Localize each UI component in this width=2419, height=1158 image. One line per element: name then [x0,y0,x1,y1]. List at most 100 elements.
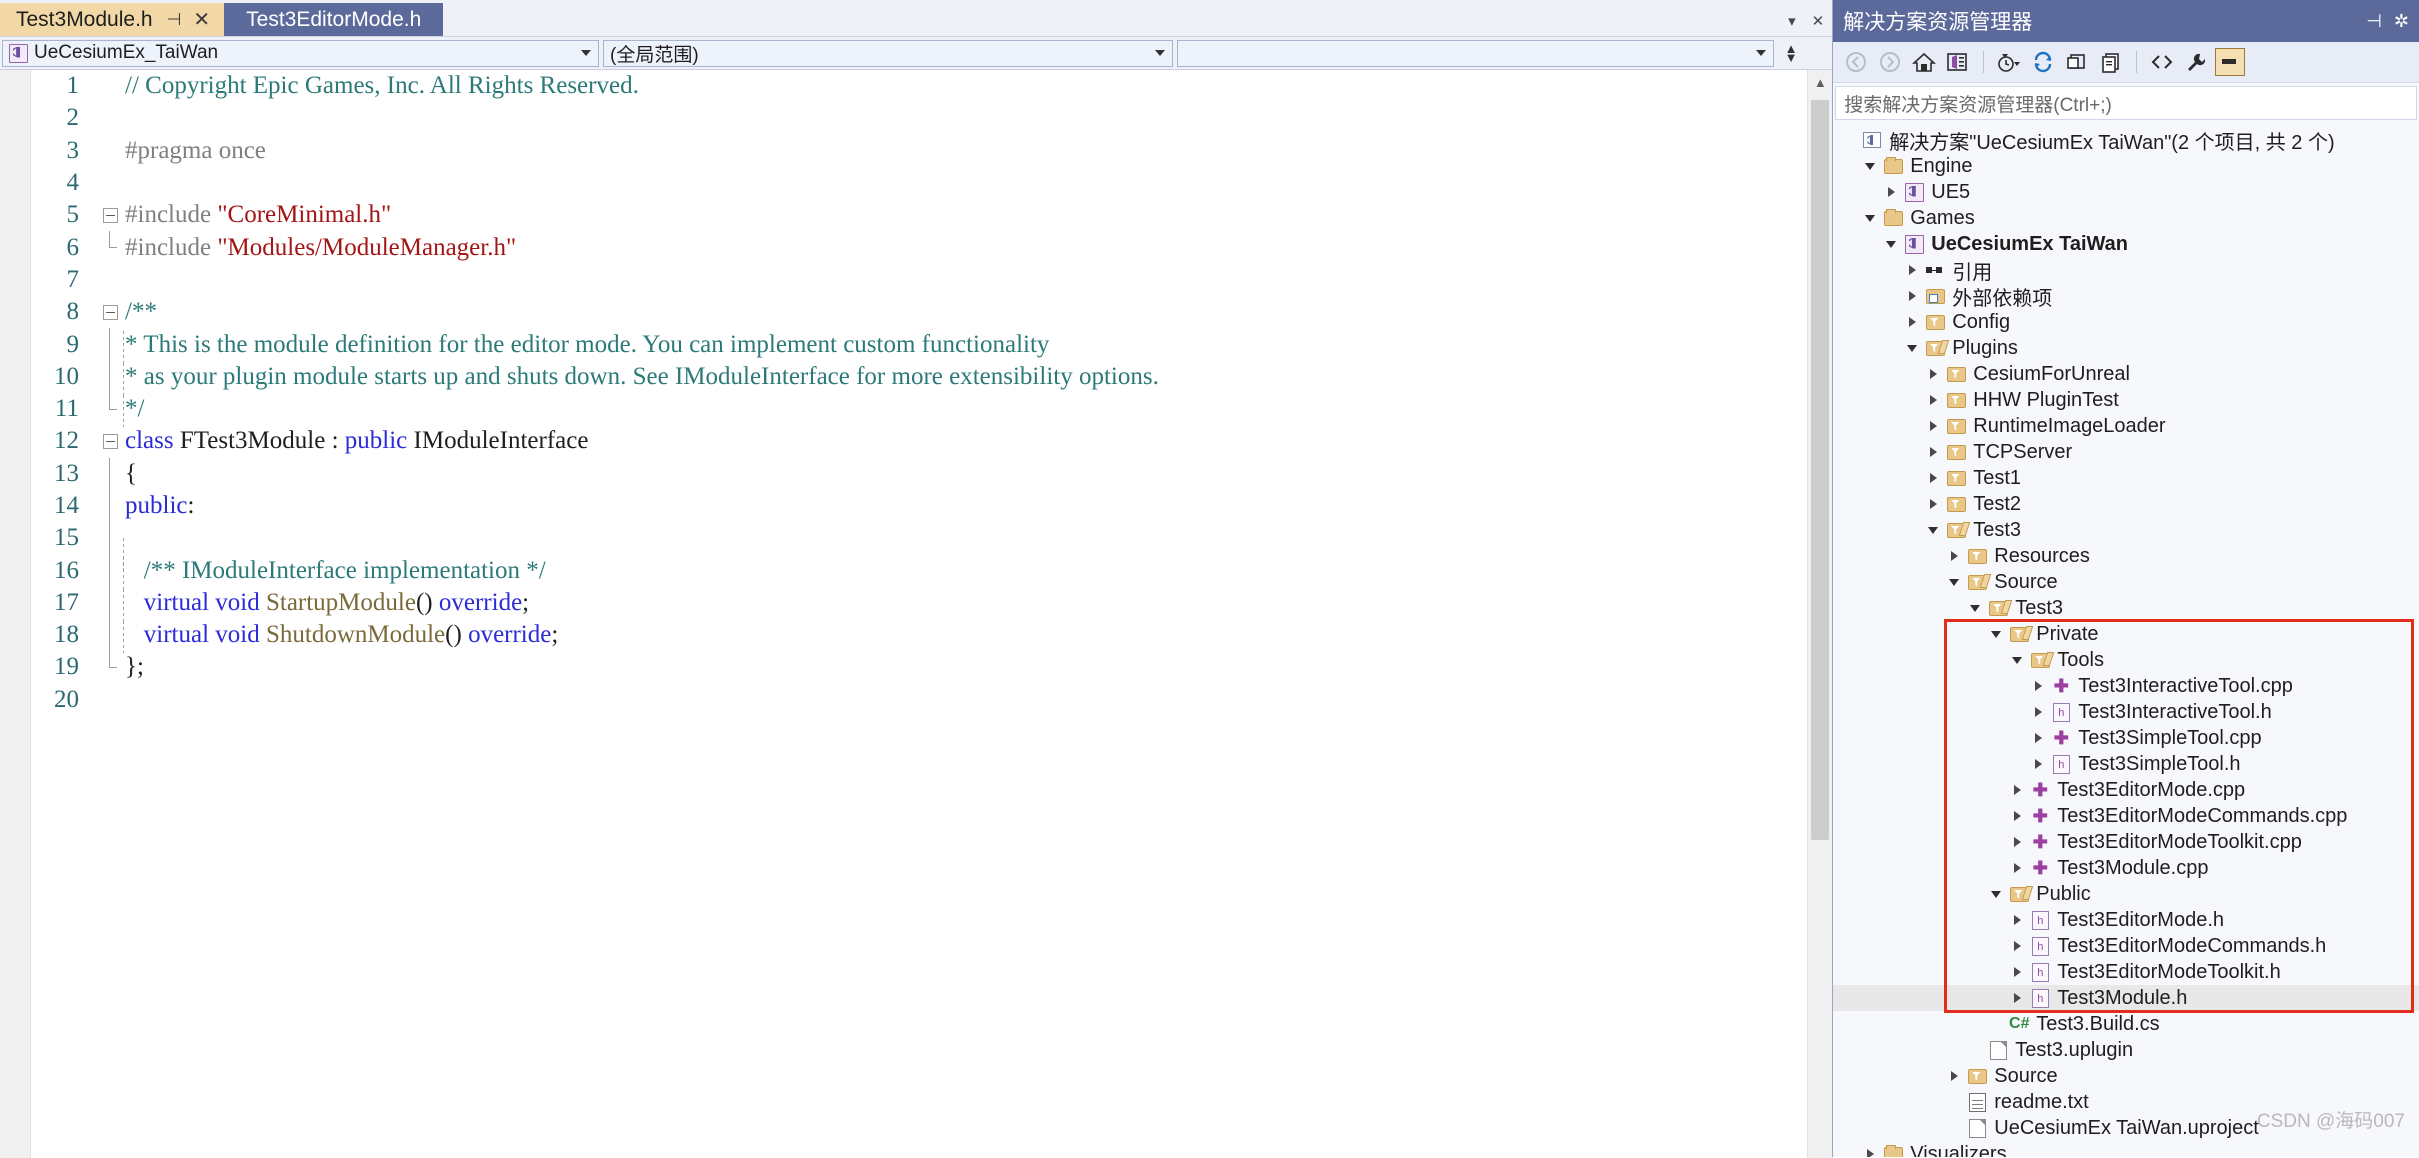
outlining-glyph[interactable] [97,199,123,231]
chevron-right-icon[interactable] [1902,291,1922,301]
chevron-right-icon[interactable] [2028,759,2048,769]
home-icon[interactable] [1909,48,1939,76]
outlining-glyph[interactable] [97,554,123,587]
outlining-glyph[interactable] [97,70,123,102]
show-all-files-icon[interactable] [2096,48,2126,76]
chevron-right-icon[interactable] [2007,915,2027,925]
code-text[interactable]: /** [123,298,1832,326]
code-text[interactable]: #include "CoreMinimal.h" [123,201,1832,229]
member-dropdown[interactable] [1177,39,1774,67]
tree-item[interactable]: h Test3EditorModeToolkit.h [1833,959,2419,985]
code-line[interactable]: 5 #include "CoreMinimal.h" [31,199,1832,231]
tree-item[interactable]: 外部依赖项 [1833,283,2419,310]
chevron-down-icon[interactable] [1923,526,1943,534]
pending-changes-icon[interactable] [1994,48,2024,76]
code-line[interactable]: 16 /** IModuleInterface implementation *… [31,554,1832,589]
refresh-icon[interactable] [2028,48,2058,76]
chevron-right-icon[interactable] [2007,941,2027,951]
chevron-down-icon[interactable] [1944,578,1964,586]
tree-item[interactable]: ✚ Test3Module.cpp [1833,855,2419,881]
code-line[interactable]: 17 virtual void StartupModule() override… [31,586,1832,622]
chevron-down-icon[interactable] [1860,214,1880,222]
chevron-right-icon[interactable] [2028,707,2048,717]
code-line[interactable]: 14 public: [31,489,1832,523]
tree-item[interactable]: h Test3EditorMode.h [1833,907,2419,933]
tree-item[interactable]: TCPServer [1833,439,2419,465]
chevron-down-icon[interactable] [1986,890,2006,898]
editor-tab-inactive[interactable]: Test3EditorMode.h [224,3,444,36]
preview-selected-items-icon[interactable] [2215,48,2246,76]
outlining-glyph[interactable] [97,489,123,523]
outlining-glyph[interactable] [97,328,123,361]
forward-icon[interactable] [1875,48,1905,76]
code-text[interactable]: * as your plugin module starts up and sh… [123,362,1832,396]
chevron-right-icon[interactable] [2007,785,2027,795]
code-line[interactable]: 3 #pragma once [31,135,1832,167]
tree-item[interactable]: C# Test3.Build.cs [1833,1011,2419,1037]
tree-item[interactable]: Games [1833,205,2419,231]
code-line[interactable]: 1 // Copyright Epic Games, Inc. All Right… [31,70,1832,102]
chevron-down-icon[interactable] [1881,240,1901,248]
tree-item[interactable]: Engine [1833,153,2419,179]
code-line[interactable]: 19}; [31,651,1832,683]
code-text[interactable]: public: [123,492,1832,520]
code-text[interactable]: { [123,460,1832,488]
chevron-right-icon[interactable] [2007,993,2027,1003]
tree-item[interactable]: CesiumForUnreal [1833,361,2419,387]
code-line[interactable]: 15 [31,522,1832,571]
tree-item[interactable]: h Test3InteractiveTool.h [1833,699,2419,725]
outlining-glyph[interactable] [97,619,123,652]
outlining-glyph[interactable] [97,360,123,393]
code-text[interactable]: #include "Modules/ModuleManager.h" [123,234,1832,262]
collapse-icon[interactable] [102,304,118,320]
tree-item[interactable]: Resources [1833,543,2419,569]
code-text[interactable]: */ [123,395,1832,428]
tree-item[interactable]: Config [1833,309,2419,335]
outlining-glyph[interactable] [97,586,123,620]
tree-item[interactable]: ✚ Test3EditorMode.cpp [1833,777,2419,803]
code-line[interactable]: 20 [31,684,1832,716]
collapse-icon[interactable] [102,433,118,449]
chevron-right-icon[interactable] [2007,863,2027,873]
code-lines[interactable]: 1 // Copyright Epic Games, Inc. All Right… [31,70,1832,1158]
pin-icon[interactable]: ⊣ [167,11,182,28]
tree-item[interactable]: Plugins [1833,335,2419,361]
tree-item[interactable]: ✚ Test3InteractiveTool.cpp [1833,673,2419,699]
code-line[interactable]: 9 * This is the module definition for the… [31,328,1832,363]
tree-item[interactable]: Source [1833,1063,2419,1089]
tab-list-icon[interactable]: ▾ [1788,12,1796,30]
outlining-glyph[interactable] [97,392,123,425]
chevron-down-icon[interactable] [1902,344,1922,352]
chevron-down-icon[interactable] [1965,604,1985,612]
code-line[interactable]: 12 class FTest3Module : public IModuleInt… [31,425,1832,457]
pin-icon[interactable]: ⊣ [2366,11,2382,32]
chevron-down-icon[interactable] [2007,656,2027,664]
properties-icon[interactable] [2181,48,2211,76]
outlining-glyph[interactable] [97,102,123,134]
code-line[interactable]: 18 virtual void ShutdownModule() overrid… [31,619,1832,654]
chevron-right-icon[interactable] [1923,395,1943,405]
chevron-right-icon[interactable] [1923,421,1943,431]
gear-icon[interactable]: ✲ [2394,11,2409,32]
chevron-right-icon[interactable] [2028,733,2048,743]
tree-item[interactable]: Private [1833,621,2419,647]
code-line[interactable]: 8 /** [31,296,1832,328]
tree-item[interactable]: UE5 [1833,179,2419,205]
back-icon[interactable] [1841,48,1871,76]
outlining-glyph[interactable] [97,457,123,490]
outlining-glyph[interactable] [97,522,123,555]
code-editor[interactable]: 1 // Copyright Epic Games, Inc. All Right… [0,70,1833,1158]
chevron-right-icon[interactable] [1923,499,1943,509]
tab-close-all-icon[interactable]: ✕ [1812,12,1825,30]
tree-item[interactable]: Tools [1833,647,2419,673]
tree-item[interactable]: Public [1833,881,2419,907]
code-text[interactable]: #pragma once [123,137,1832,165]
code-text[interactable]: virtual void StartupModule() override; [123,588,1832,622]
outlining-glyph[interactable] [97,425,123,457]
tree-item[interactable]: Test3 [1833,595,2419,621]
solution-explorer-icon[interactable] [1943,48,1973,76]
split-view-button[interactable]: ▲ ▼ [1780,41,1802,66]
tree-item[interactable]: h Test3SimpleTool.h [1833,751,2419,777]
code-text[interactable]: }; [123,653,1832,681]
code-line[interactable]: 13 { [31,457,1832,490]
